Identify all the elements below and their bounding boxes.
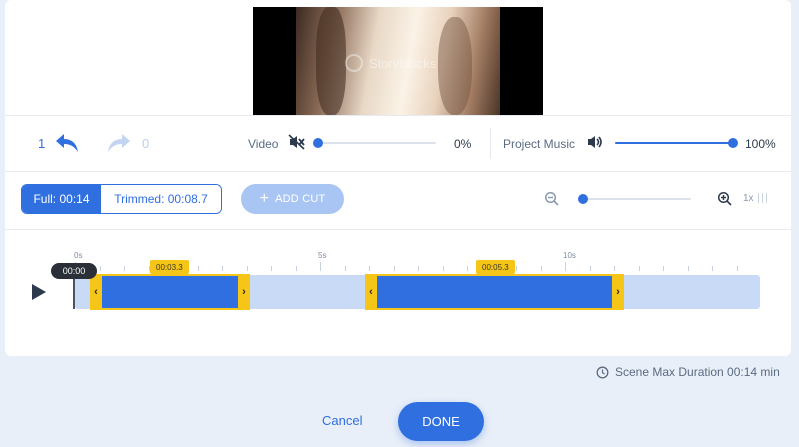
storyblocks-logo-icon xyxy=(345,54,363,72)
ruler-tick xyxy=(124,266,125,271)
ruler-tick xyxy=(614,266,615,271)
speaker-icon xyxy=(588,136,602,148)
video-volume-slider[interactable] xyxy=(313,137,436,149)
ruler-tick xyxy=(540,266,542,271)
playhead[interactable] xyxy=(73,279,75,309)
undo-icon xyxy=(56,134,78,152)
music-volume-label: Project Music xyxy=(503,137,576,151)
trim-handle-right[interactable]: › xyxy=(238,274,250,310)
ruler-tick xyxy=(516,266,517,271)
ruler-label: 10s xyxy=(563,251,576,260)
ruler-tick xyxy=(393,266,395,271)
ruler-tick xyxy=(197,266,199,271)
redo-button[interactable] xyxy=(104,131,132,155)
ruler-tick xyxy=(99,266,101,271)
chevron-left-icon: ‹ xyxy=(94,286,98,298)
slider-knob[interactable] xyxy=(578,194,588,204)
max-duration-text: Scene Max Duration 00:14 min xyxy=(615,365,780,379)
ruler-tick xyxy=(295,266,297,271)
trim-handle-left[interactable]: ‹ xyxy=(90,274,102,310)
ruler-tick xyxy=(663,266,664,271)
slider-knob[interactable] xyxy=(728,138,738,148)
play-button[interactable] xyxy=(31,283,47,301)
done-button[interactable]: DONE xyxy=(398,402,484,441)
add-cut-button[interactable]: + ADD CUT xyxy=(241,184,344,214)
redo-count: 0 xyxy=(142,136,150,151)
chevron-left-icon: ‹ xyxy=(369,286,373,298)
ruler-tick xyxy=(222,266,223,271)
divider xyxy=(490,128,491,159)
trim-handle-right[interactable]: › xyxy=(612,274,624,310)
music-volume-value: 100% xyxy=(745,137,776,151)
chevron-right-icon: › xyxy=(616,286,620,298)
zoom-out-icon xyxy=(544,191,559,206)
divider xyxy=(5,229,791,230)
zoom-in-button[interactable] xyxy=(717,191,733,212)
chevron-right-icon: › xyxy=(242,286,246,298)
ruler-tick xyxy=(418,266,419,271)
zoom-level-label: 1x xyxy=(743,193,754,204)
ruler-tick xyxy=(736,266,738,271)
ruler-tick xyxy=(369,266,370,271)
clip-duration-badge: 00:05.3 xyxy=(476,260,515,274)
video-volume-value: 0% xyxy=(454,137,472,151)
watermark: Storyblocks xyxy=(345,54,436,72)
divider xyxy=(5,115,791,116)
play-icon xyxy=(32,284,46,300)
ruler-tick xyxy=(687,266,689,271)
speaker-muted-icon xyxy=(288,134,305,150)
ruler-tick xyxy=(320,262,321,271)
trimmed-duration-option[interactable]: Trimmed: 00:08.7 xyxy=(101,185,221,213)
playhead-time[interactable]: 00:00 xyxy=(51,263,97,279)
zoom-out-button[interactable] xyxy=(544,191,560,212)
video-volume-label: Video xyxy=(248,137,279,151)
video-preview[interactable]: Storyblocks xyxy=(253,7,543,115)
zoom-in-icon xyxy=(717,191,732,206)
add-cut-label: ADD CUT xyxy=(275,193,326,205)
ruler-tick xyxy=(467,266,468,271)
ruler-label: 5s xyxy=(318,251,327,260)
ruler-tick xyxy=(638,266,640,271)
duration-toggle: Full: 00:14 Trimmed: 00:08.7 xyxy=(21,184,222,214)
max-duration-info: Scene Max Duration 00:14 min xyxy=(596,365,780,379)
divider xyxy=(5,171,791,172)
trim-handle-left[interactable]: ‹ xyxy=(365,274,377,310)
redo-icon xyxy=(108,134,130,152)
ruler-tick xyxy=(565,262,566,271)
slider-track xyxy=(318,142,436,144)
clip-duration-badge: 00:03.3 xyxy=(150,260,189,274)
ruler-tick xyxy=(589,266,591,271)
music-volume-slider[interactable] xyxy=(615,137,738,149)
slider-knob[interactable] xyxy=(313,138,323,148)
clock-icon xyxy=(596,366,609,378)
ruler-tick xyxy=(344,266,346,271)
slider-fill xyxy=(615,142,733,144)
undo-button[interactable] xyxy=(54,131,82,155)
ruler-tick xyxy=(246,266,248,271)
ruler-label: 0s xyxy=(74,251,83,260)
clip-segment[interactable] xyxy=(377,274,612,310)
clip-segment[interactable] xyxy=(100,274,238,310)
ruler-tick xyxy=(712,266,713,271)
zoom-slider[interactable] xyxy=(578,193,691,205)
mute-button[interactable] xyxy=(288,134,306,155)
watermark-text: Storyblocks xyxy=(369,55,437,71)
full-duration-option[interactable]: Full: 00:14 xyxy=(22,185,101,213)
slider-track xyxy=(583,198,691,200)
ruler-tick xyxy=(271,266,272,271)
music-mute-button[interactable] xyxy=(586,134,604,155)
plus-icon: + xyxy=(259,190,270,207)
zoom-scale-icon xyxy=(758,193,767,203)
cancel-button[interactable]: Cancel xyxy=(322,413,362,428)
ruler-tick xyxy=(442,266,444,271)
undo-count: 1 xyxy=(38,136,46,151)
